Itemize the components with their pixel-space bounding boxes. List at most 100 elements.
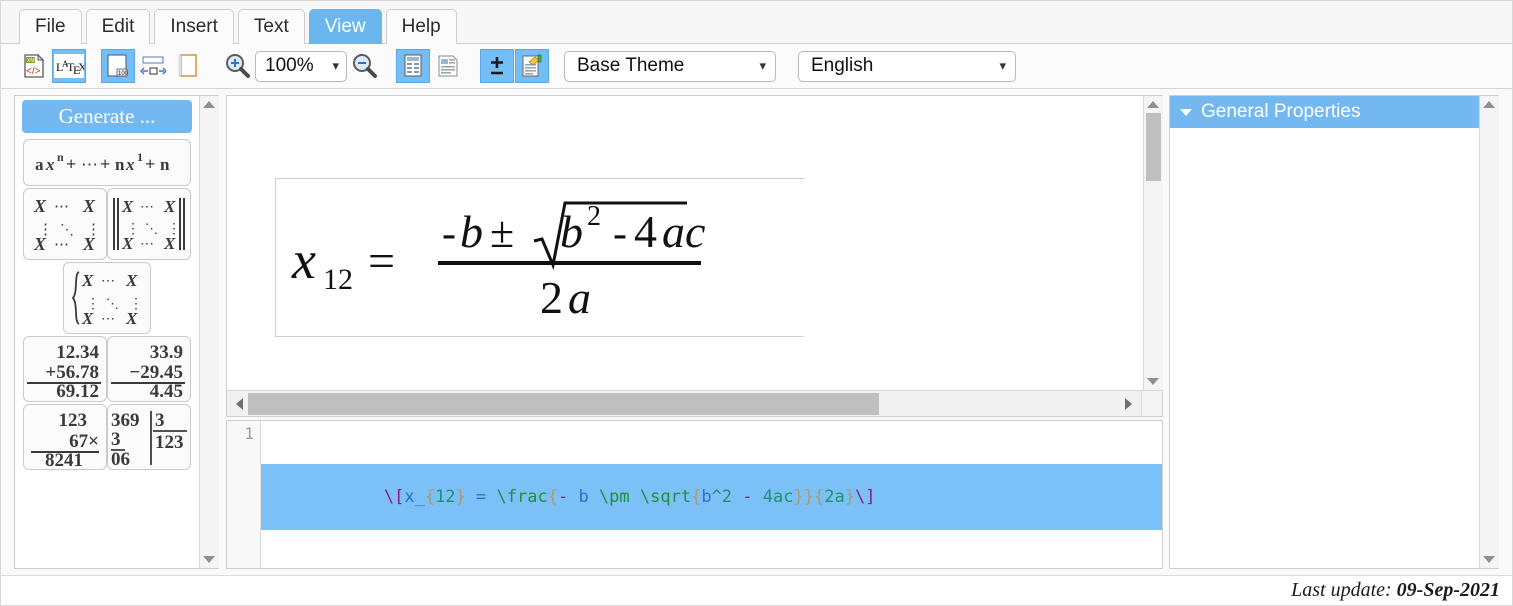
svg-text:123: 123 [59, 410, 88, 431]
svg-text:06: 06 [111, 449, 130, 467]
token-4ac: 4ac [762, 487, 794, 507]
svg-text:+: + [66, 154, 76, 174]
templates-scroll-track[interactable] [199, 113, 219, 551]
token-pm: \pm [598, 487, 640, 507]
menu-tab-view[interactable]: View [308, 9, 382, 44]
last-update-date: 09-Sep-2021 [1396, 579, 1500, 601]
code-area[interactable]: \[x_{12} = \frac{- b \pm \sqrt{b^2 - 4ac… [261, 421, 1162, 568]
page-icon[interactable] [171, 49, 205, 83]
fit-width-icon[interactable] [136, 49, 170, 83]
svg-text:n: n [115, 155, 125, 174]
svg-text:3: 3 [111, 429, 121, 450]
chevron-down-icon: ▾ [332, 58, 339, 73]
token-b2: b [701, 487, 712, 507]
general-properties-body [1170, 128, 1479, 568]
properties-content: General Properties [1170, 96, 1479, 568]
properties-panel: General Properties [1169, 95, 1499, 569]
templates-list: Generate ... a x n + ⋯ + n x 1 + n X X X… [15, 96, 199, 568]
toolbar: XML </> L A T E X 100 100% ▾ Base Theme … [1, 44, 1512, 89]
svg-text:X: X [33, 196, 47, 216]
preview-vscroll-thumb[interactable] [1145, 113, 1161, 181]
token-x: x [404, 487, 415, 507]
svg-text:⋮: ⋮ [167, 222, 181, 237]
show-article-icon[interactable] [431, 49, 465, 83]
menu-tab-text[interactable]: Text [237, 9, 305, 44]
plus-minus-icon[interactable] [480, 49, 514, 83]
addition-template[interactable]: 12.34 +56.78 69.12 [23, 336, 107, 402]
scroll-down-arrow-icon[interactable] [1479, 551, 1499, 568]
cases-matrix-template[interactable]: X X X X ⋯ ⋯ ⋮ ⋮ ⋱ [63, 262, 151, 334]
scroll-up-arrow-icon[interactable] [199, 96, 219, 113]
menu-tab-help[interactable]: Help [385, 9, 457, 44]
preview-horizontal-scrollbar[interactable] [227, 390, 1162, 416]
rendered-formula[interactable]: x 12 = - b ± b 2 - 4 ac 2 a [275, 178, 804, 337]
division-template[interactable]: 369 3 3 123 06 [107, 404, 191, 470]
matrix-template[interactable]: X X X X ⋯ ⋯ ⋮ ⋮ ⋱ [23, 188, 107, 260]
general-properties-header[interactable]: General Properties [1170, 96, 1479, 128]
preview-vertical-scrollbar[interactable] [1143, 96, 1163, 390]
latex-icon[interactable]: L A T E X [52, 49, 86, 83]
svg-text:⋯: ⋯ [140, 200, 154, 215]
svg-text:b: b [460, 206, 483, 257]
svg-text:n: n [160, 155, 170, 174]
svg-text:2: 2 [540, 272, 563, 321]
svg-text:X: X [163, 197, 176, 216]
source-editor[interactable]: 1 \[x_{12} = \frac{- b \pm \sqrt{b^2 - 4… [226, 420, 1163, 569]
generate-button[interactable]: Generate ... [22, 100, 192, 133]
export-xml-icon[interactable]: XML </> [17, 49, 51, 83]
scroll-up-arrow-icon[interactable] [1479, 96, 1499, 113]
menu-tab-insert[interactable]: Insert [154, 9, 234, 44]
scrollbar-corner [1141, 391, 1162, 416]
svg-text:XML: XML [27, 58, 38, 64]
zoom-out-icon[interactable] [347, 49, 381, 83]
preview-hscroll-track[interactable] [246, 391, 1122, 416]
scroll-up-arrow-icon[interactable] [1143, 96, 1163, 113]
preview-vscroll-track[interactable] [1143, 113, 1163, 373]
svg-text:X: X [121, 197, 134, 216]
subtraction-template[interactable]: 33.9 −29.45 4.45 [107, 336, 191, 402]
preview-hscroll-thumb[interactable] [248, 392, 879, 415]
theme-select[interactable]: Base Theme ▾ [564, 50, 776, 82]
svg-text:⋯: ⋯ [81, 155, 98, 174]
svg-text:⋮: ⋮ [38, 222, 53, 238]
zoom-level-select[interactable]: 100% ▾ [255, 50, 347, 82]
last-update-text: Last update: 09-Sep-2021 [1291, 579, 1500, 602]
token-brace-open: { [424, 487, 436, 507]
svg-text:x: x [291, 230, 316, 290]
menu-tab-edit[interactable]: Edit [85, 9, 151, 44]
editor-column: x 12 = - b ± b 2 - 4 ac 2 a 1 \[x_{12} =… [226, 95, 1163, 569]
show-grid-icon[interactable] [396, 49, 430, 83]
chevron-down-icon: ▾ [999, 58, 1006, 73]
svg-text:a: a [568, 272, 591, 321]
svg-text:1: 1 [137, 150, 143, 164]
token-exp2: ^2 [711, 487, 743, 507]
language-select[interactable]: English ▾ [798, 50, 1016, 82]
token-open-display: \[ [383, 487, 405, 507]
svg-text:±: ± [490, 208, 514, 257]
toolbar-group-view [396, 49, 466, 83]
formula-canvas[interactable]: x 12 = - b ± b 2 - 4 ac 2 a [227, 96, 1143, 390]
zoom-in-icon[interactable] [220, 49, 254, 83]
svg-text:⋮: ⋮ [86, 222, 101, 238]
properties-scroll-track[interactable] [1479, 113, 1499, 551]
toolbar-group-export: XML </> L A T E X [17, 49, 87, 83]
annotate-icon[interactable] [515, 49, 549, 83]
determinant-template[interactable]: X X X X ⋯ ⋯ ⋮ ⋮ ⋱ [107, 188, 191, 260]
scroll-left-arrow-icon[interactable] [227, 397, 246, 410]
templates-scrollbar[interactable] [199, 96, 219, 568]
page-size-100-icon[interactable]: 100 [101, 49, 135, 83]
code-line-1[interactable]: \[x_{12} = \frac{- b \pm \sqrt{b^2 - 4ac… [261, 464, 1162, 530]
multiplication-template[interactable]: 123 67× 8241 [23, 404, 107, 470]
menu-tab-file[interactable]: File [19, 9, 82, 44]
menu-bar: File Edit Insert Text View Help [1, 1, 1512, 44]
triangle-down-icon[interactable] [1180, 108, 1192, 116]
polynomial-template[interactable]: a x n + ⋯ + n x 1 + n [23, 139, 191, 186]
svg-text:12: 12 [323, 263, 353, 296]
scroll-down-arrow-icon[interactable] [199, 551, 219, 568]
svg-text:⋱: ⋱ [106, 296, 119, 311]
scroll-down-arrow-icon[interactable] [1143, 373, 1163, 390]
token-underscore: _ [414, 487, 425, 507]
properties-scrollbar[interactable] [1479, 96, 1499, 568]
svg-text:X: X [81, 271, 94, 290]
scroll-right-arrow-icon[interactable] [1122, 397, 1141, 410]
